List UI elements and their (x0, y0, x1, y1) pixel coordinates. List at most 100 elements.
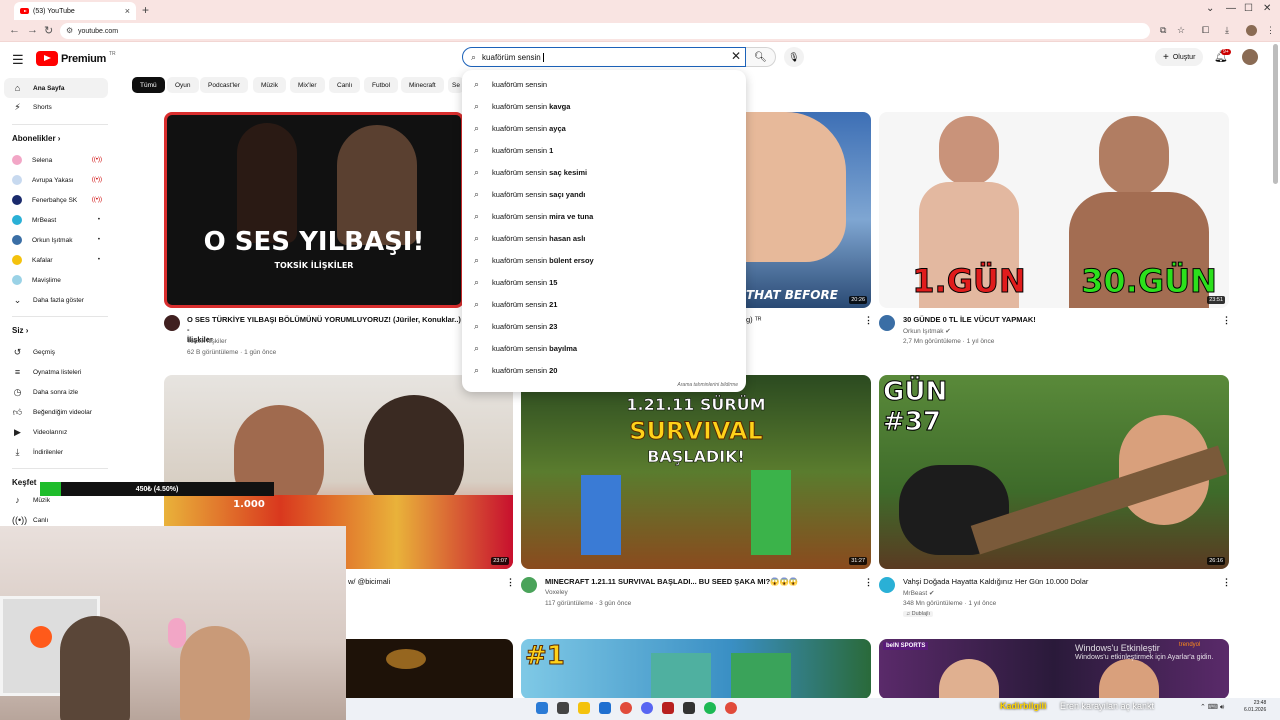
youtube-premium-logo[interactable]: Premium TR (36, 51, 116, 66)
spotify-icon[interactable] (704, 702, 716, 714)
taskbar-clock[interactable]: 23:48 6.01.2026 (1244, 700, 1266, 714)
sidebar-item-liked[interactable]: 👍︎ Beğendiğim videolar (4, 402, 108, 422)
close-window-button[interactable]: ✕ (1263, 3, 1271, 14)
video-title[interactable]: g) ᵀᴿ (746, 315, 761, 325)
sidebar-sub-mrbeast[interactable]: MrBeast • (4, 210, 108, 230)
report-predictions-link[interactable]: Arama tahminlerini bildirme (677, 382, 738, 388)
more-options-icon[interactable]: ⋮ (1222, 577, 1231, 588)
chip-mixes[interactable]: Mix'ler (290, 77, 325, 93)
video-thumbnail[interactable]: 1.GÜN 30.GÜN 23:51 (879, 112, 1229, 308)
more-options-icon[interactable]: ⋮ (506, 577, 515, 588)
channel-avatar[interactable] (521, 577, 537, 593)
chip-all[interactable]: Tümü (132, 77, 165, 93)
search-button[interactable]: 🔍︎ (746, 47, 776, 67)
new-tab-button[interactable]: + (142, 3, 149, 17)
sidebar-show-more[interactable]: ⌄ Daha fazla göster (4, 290, 108, 310)
menu-hamburger-icon[interactable]: ☰ (12, 52, 24, 68)
channel-avatar[interactable] (879, 315, 895, 331)
account-avatar[interactable] (1242, 49, 1258, 65)
more-options-icon[interactable]: ⋮ (1222, 315, 1231, 326)
sidebar-sub-avrupa-yakasi[interactable]: Avrupa Yakası ((•)) (4, 170, 108, 190)
you-header[interactable]: Siz › (12, 326, 28, 335)
chip-music[interactable]: Müzik (253, 77, 286, 93)
app-icon[interactable] (662, 702, 674, 714)
chip-minecraft[interactable]: Minecraft (401, 77, 444, 93)
sidebar-sub-kafalar[interactable]: Kafalar • (4, 250, 108, 270)
install-app-icon[interactable]: ⧉ (1160, 25, 1166, 36)
clear-search-icon[interactable]: ✕ (731, 49, 741, 63)
video-thumbnail[interactable]: THAT BEFORE 20:26 (746, 112, 871, 308)
forward-arrow-icon[interactable]: → (27, 24, 38, 36)
reload-icon[interactable]: ↻ (44, 24, 53, 37)
subscriptions-header[interactable]: Abonelikler › (12, 134, 60, 143)
video-thumbnail[interactable]: #1 (521, 639, 871, 699)
sidebar-item-downloads[interactable]: ⤓ İndirilenler (4, 442, 108, 462)
windows-start-icon[interactable] (536, 702, 548, 714)
suggestion-item[interactable]: ⌕ kuaförüm sensin kavga (462, 95, 746, 117)
chip-gaming[interactable]: Oyun (167, 77, 199, 93)
suggestion-item[interactable]: ⌕ kuaförüm sensin 15 (462, 271, 746, 293)
chip-live[interactable]: Canlı (329, 77, 361, 93)
url-field[interactable]: ⚙ youtube.com (60, 23, 1150, 39)
sidebar-item-shorts[interactable]: ⚡︎ Shorts (4, 97, 108, 117)
extensions-icon[interactable]: ⧠ (1202, 25, 1209, 36)
video-title[interactable]: w/ @bicimali (348, 577, 390, 587)
system-tray-icons[interactable]: ⌃ ⌨ 🔊︎ (1200, 703, 1224, 712)
video-thumbnail[interactable]: GÜN #37 26:16 (879, 375, 1229, 569)
bookmark-star-icon[interactable]: ☆ (1177, 25, 1185, 36)
sidebar-sub-orkun[interactable]: Orkun Işıtmak • (4, 230, 108, 250)
video-title[interactable]: 30 GÜNDE 0 TL İLE VÜCUT YAPMAK! (903, 315, 1036, 325)
back-arrow-icon[interactable]: ← (9, 24, 20, 36)
video-channel[interactable]: Voxeley (545, 589, 568, 596)
suggestion-item[interactable]: ⌕ kuaförüm sensin 1 (462, 139, 746, 161)
search-input[interactable]: ⌕ kuaförüm sensin (462, 47, 746, 67)
video-thumbnail[interactable] (346, 639, 513, 699)
page-scrollbar-thumb[interactable] (1273, 44, 1278, 184)
site-info-icon[interactable]: ⚙ (66, 26, 73, 35)
video-title[interactable]: Vahşi Doğada Hayatta Kaldığınız Her Gün … (903, 577, 1088, 587)
sidebar-item-watch-later[interactable]: ◷ Daha sonra izle (4, 382, 108, 402)
sidebar-sub-selena[interactable]: Selena ((•)) (4, 150, 108, 170)
sidebar-item-playlists[interactable]: ≡ Oynatma listeleri (4, 362, 108, 382)
video-thumbnail[interactable]: MINECRAFT 1.21.11 SÜRÜM SURVIVAL BAŞLADI… (521, 375, 871, 569)
suggestion-item[interactable]: ⌕ kuaförüm sensin mira ve tuna (462, 205, 746, 227)
sidebar-sub-fenerbahce[interactable]: Fenerbahçe SK ((•)) (4, 190, 108, 210)
maximize-button[interactable]: ☐ (1244, 3, 1253, 14)
video-thumbnail[interactable]: O SES YILBAŞI! TOKSİK İLİŞKİLER (164, 112, 464, 308)
suggestion-item[interactable]: ⌕ kuaförüm sensin 21 (462, 293, 746, 315)
close-tab-icon[interactable]: × (125, 6, 130, 16)
chrome-icon[interactable] (620, 702, 632, 714)
sidebar-item-home[interactable]: ⌂ Ana Sayfa (4, 78, 108, 98)
chip-podcasts[interactable]: Podcast'ler (200, 77, 248, 93)
discord-icon[interactable] (641, 702, 653, 714)
sidebar-item-history[interactable]: ↺ Geçmiş (4, 342, 108, 362)
chrome-icon[interactable] (725, 702, 737, 714)
suggestion-item[interactable]: ⌕ kuaförüm sensin 23 (462, 315, 746, 337)
video-channel[interactable]: Orkun Işıtmak ✔ (903, 327, 951, 335)
suggestion-item[interactable]: ⌕ kuaförüm sensin hasan aslı (462, 227, 746, 249)
suggestion-item[interactable]: ⌕ kuaförüm sensin bülent ersoy (462, 249, 746, 271)
browser-profile-avatar[interactable] (1246, 25, 1257, 36)
browser-tab-youtube[interactable]: (53) YouTube × (14, 2, 136, 20)
channel-avatar[interactable] (164, 315, 180, 331)
browser-menu-icon[interactable]: ⋮ (1266, 25, 1275, 36)
video-channel[interactable]: MrBeast ✔ (903, 589, 934, 597)
video-title[interactable]: MINECRAFT 1.21.11 SURVIVAL BAŞLADI... BU… (545, 577, 798, 587)
suggestion-item[interactable]: ⌕ kuaförüm sensin ayça (462, 117, 746, 139)
suggestion-item[interactable]: ⌕ kuaförüm sensin saç kesimi (462, 161, 746, 183)
file-explorer-icon[interactable] (578, 702, 590, 714)
sidebar-sub-mavislime[interactable]: Mavişlime (4, 270, 108, 290)
channel-avatar[interactable] (879, 577, 895, 593)
more-options-icon[interactable]: ⋮ (864, 315, 873, 326)
task-view-icon[interactable] (557, 702, 569, 714)
more-options-icon[interactable]: ⋮ (864, 577, 873, 588)
sidebar-item-your-videos[interactable]: ▶ Videolarınız (4, 422, 108, 442)
tab-search-icon[interactable]: ⌄ (1206, 3, 1214, 14)
voice-search-button[interactable]: 🎙︎ (784, 47, 804, 67)
suggestion-item[interactable]: ⌕ kuaförüm sensin bayılma (462, 337, 746, 359)
app-icon[interactable] (683, 702, 695, 714)
store-icon[interactable] (599, 702, 611, 714)
video-title[interactable]: O SES TÜRKİYE YILBAŞI BÖLÜMÜNÜ YORUMLUYO… (187, 315, 462, 345)
chip-football[interactable]: Futbol (364, 77, 399, 93)
create-button[interactable]: + Oluştur (1155, 48, 1204, 66)
